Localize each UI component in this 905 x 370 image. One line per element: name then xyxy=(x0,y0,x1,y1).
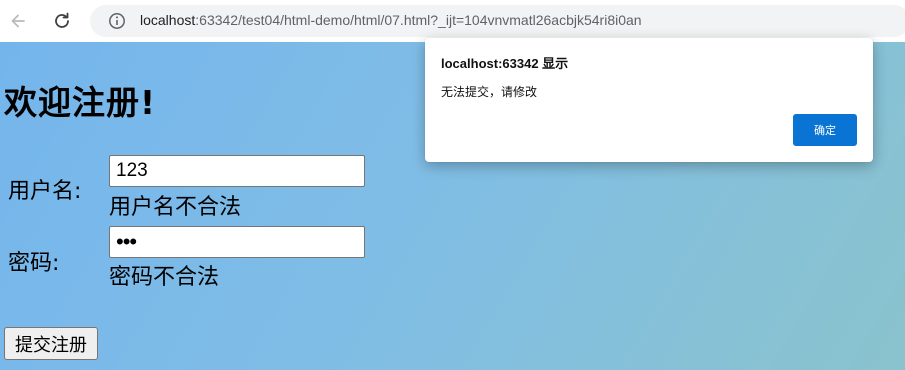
password-input[interactable] xyxy=(109,226,365,258)
back-button[interactable] xyxy=(4,7,32,35)
dialog-title: localhost:63342 显示 xyxy=(441,56,569,71)
password-error: 密码不合法 xyxy=(109,265,220,290)
page-title: 欢迎注册! xyxy=(4,83,157,122)
submit-button[interactable]: 提交注册 xyxy=(4,327,98,360)
username-label: 用户名: xyxy=(8,179,82,204)
address-bar[interactable]: localhost:63342/test04/html-demo/html/07… xyxy=(90,5,905,37)
url-text: localhost:63342/test04/html-demo/html/07… xyxy=(140,12,642,28)
browser-toolbar: localhost:63342/test04/html-demo/html/07… xyxy=(0,0,905,43)
alert-dialog: localhost:63342 显示 无法提交，请修改 确定 xyxy=(425,38,873,162)
back-arrow-icon xyxy=(11,14,25,28)
username-input[interactable] xyxy=(109,155,365,187)
url-path: :63342/test04/html-demo/html/07.html?_ij… xyxy=(195,12,642,28)
username-error: 用户名不合法 xyxy=(109,195,242,220)
reload-button[interactable] xyxy=(48,7,76,35)
ok-button[interactable]: 确定 xyxy=(793,114,857,146)
url-host: localhost xyxy=(140,12,196,28)
reload-icon xyxy=(55,12,69,28)
password-label: 密码: xyxy=(8,251,60,276)
dialog-message: 无法提交，请修改 xyxy=(441,85,538,99)
info-icon[interactable] xyxy=(108,12,126,30)
